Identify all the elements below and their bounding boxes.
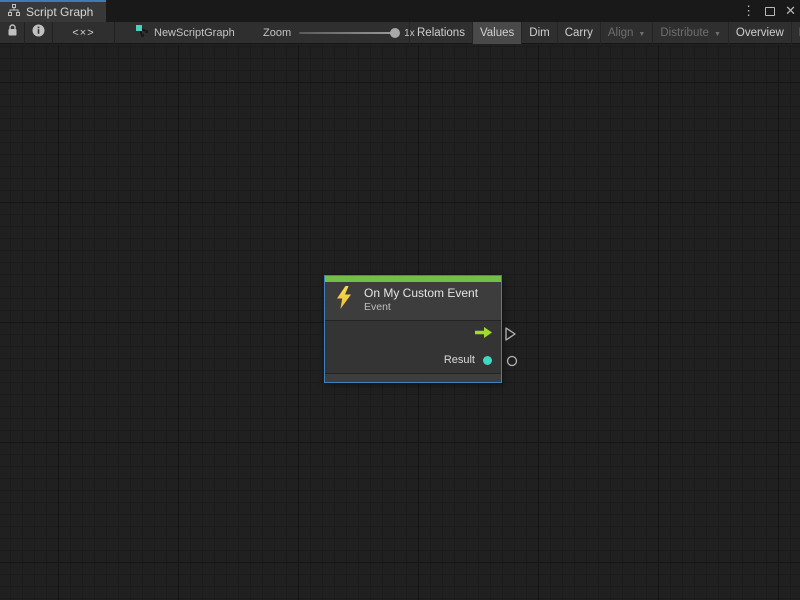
tab-label: Script Graph [26,5,93,19]
code-view-button[interactable]: <×> [53,22,115,44]
zoom-control: Zoom 1x [263,22,415,44]
external-control-port-triangle[interactable] [505,327,516,346]
maximize-icon[interactable] [765,7,775,16]
value-dot-icon [483,356,492,365]
code-angle-brackets-icon: <×> [72,27,94,39]
graph-asset-name: NewScriptGraph [154,27,235,39]
fullscreen-button[interactable]: Full Screen [791,22,800,44]
tab-bar: Script Graph ⋮ ✕ [0,0,800,22]
zoom-slider-handle[interactable] [390,28,400,38]
info-button[interactable] [25,22,53,44]
values-button[interactable]: Values [472,22,521,44]
flow-arrow-icon [475,325,492,343]
toolbar-right-buttons: Relations Values Dim Carry Align ▼ Distr… [409,22,800,44]
node-titles: On My Custom Event Event [364,286,478,314]
node-subtitle: Event [364,301,478,314]
chevron-down-icon: ▼ [638,31,645,38]
chevron-down-icon: ▼ [714,31,721,38]
external-value-port-circle[interactable] [506,354,518,372]
window-menu-icon[interactable]: ⋮ [742,0,755,22]
port-label-result: Result [444,354,475,366]
lock-icon [7,24,18,42]
distribute-dropdown[interactable]: Distribute ▼ [652,22,728,44]
node-port-area: Result [325,321,501,373]
lightning-bolt-icon [336,286,352,314]
close-icon[interactable]: ✕ [785,0,796,22]
relations-button[interactable]: Relations [409,22,472,44]
tab-script-graph[interactable]: Script Graph [0,0,106,22]
graph-asset-reference[interactable]: NewScriptGraph [135,22,235,44]
value-output-row[interactable]: Result [325,347,501,373]
align-dropdown[interactable]: Align ▼ [600,22,653,44]
carry-button[interactable]: Carry [557,22,600,44]
info-icon [32,24,45,42]
script-graph-window: Script Graph ⋮ ✕ [0,0,800,600]
graph-canvas[interactable]: On My Custom Event Event Result [0,45,800,600]
overview-button[interactable]: Overview [728,22,791,44]
node-on-my-custom-event[interactable]: On My Custom Event Event Result [324,275,502,383]
node-footer [325,374,501,382]
script-graph-asset-icon [135,24,149,43]
control-output-row[interactable] [325,321,501,347]
window-controls: ⋮ ✕ [742,0,796,22]
node-title: On My Custom Event [364,286,478,301]
zoom-slider[interactable] [299,32,395,34]
dim-button[interactable]: Dim [521,22,556,44]
graph-hierarchy-icon [8,3,20,21]
zoom-label: Zoom [263,27,291,39]
lock-button[interactable] [0,22,25,44]
toolbar: <×> NewScriptGraph Zoom 1x Relations V [0,22,800,44]
node-header[interactable]: On My Custom Event Event [325,282,501,320]
